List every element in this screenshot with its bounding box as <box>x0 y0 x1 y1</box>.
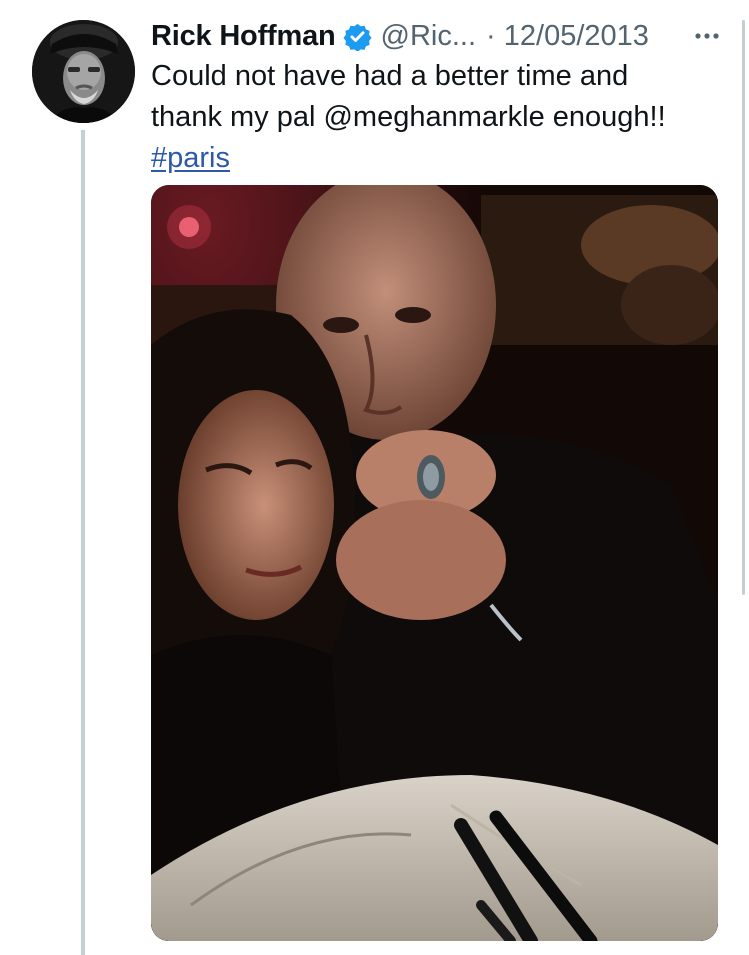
author-avatar[interactable] <box>32 20 135 123</box>
author-handle[interactable]: @Ric... <box>381 20 477 53</box>
tweet-date[interactable]: · 12/05/2013 <box>486 20 649 53</box>
scrollbar[interactable] <box>742 20 745 595</box>
tweet-text: Could not have had a better time and tha… <box>151 56 721 179</box>
tweet-text-line: Could not have had a better time and <box>151 60 629 92</box>
tweet[interactable]: Rick Hoffman @Ric... · 12/05/2013 Could … <box>0 0 749 955</box>
date-value: 12/05/2013 <box>503 19 649 52</box>
date-separator: · <box>486 19 496 52</box>
tweet-text-line: thank my pal @meghanmarkle enough!! <box>151 101 666 133</box>
more-options-icon[interactable] <box>687 14 727 58</box>
tweet-header: Rick Hoffman @Ric... · 12/05/2013 <box>151 14 727 58</box>
tweet-photo[interactable] <box>151 185 718 941</box>
thread-connector-line <box>81 130 85 955</box>
hashtag-link[interactable]: #paris <box>151 142 230 174</box>
author-name[interactable]: Rick Hoffman <box>151 20 336 53</box>
verified-badge-icon <box>342 22 372 52</box>
